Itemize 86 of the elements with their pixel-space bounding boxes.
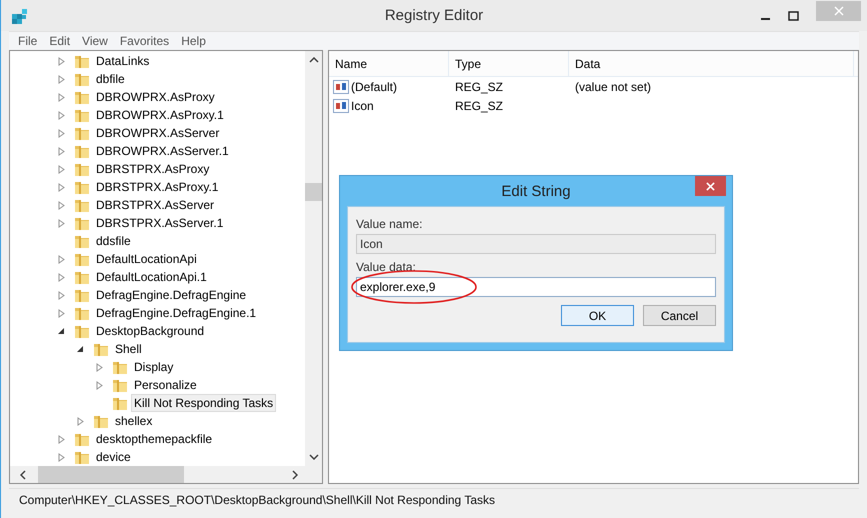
folder-icon bbox=[74, 71, 90, 88]
menu-item[interactable]: Favorites bbox=[114, 34, 174, 48]
maximize-icon[interactable] bbox=[788, 10, 800, 21]
folder-icon bbox=[74, 143, 90, 160]
folder-icon bbox=[112, 359, 128, 376]
input-field[interactable]: explorer.exe,9 bbox=[356, 277, 716, 298]
menu-item[interactable]: File bbox=[13, 34, 42, 48]
tree-item[interactable]: DataLinks bbox=[93, 52, 152, 70]
folder-icon bbox=[112, 395, 128, 412]
folder-icon bbox=[74, 53, 90, 70]
tree-item[interactable]: DBRSTPRX.AsServer bbox=[93, 196, 218, 214]
tree-item[interactable]: shellex bbox=[112, 412, 156, 430]
menu-item[interactable]: View bbox=[77, 34, 113, 48]
tree-item[interactable]: DefragEngine.DefragEngine bbox=[93, 286, 250, 304]
tree-item[interactable]: DBRSTPRX.AsProxy bbox=[93, 160, 212, 178]
tree-item[interactable]: device bbox=[93, 448, 134, 466]
tree-item[interactable]: DBRSTPRX.AsServer.1 bbox=[93, 214, 226, 232]
folder-icon bbox=[74, 233, 90, 250]
expand-arrow-icon[interactable] bbox=[77, 416, 84, 426]
value-type: REG_SZ bbox=[454, 98, 504, 113]
close-button[interactable] bbox=[695, 176, 726, 196]
tree-item[interactable]: DBROWPRX.AsProxy.1 bbox=[93, 106, 227, 124]
tree-item[interactable]: DefaultLocationApi bbox=[93, 250, 200, 268]
value-data: (value not set) bbox=[574, 80, 652, 94]
folder-icon bbox=[112, 377, 128, 394]
value-type: REG_SZ bbox=[454, 80, 504, 94]
menu-item[interactable]: Edit bbox=[44, 34, 76, 48]
field-label: Value data: bbox=[356, 260, 417, 274]
vertical-scrollbar[interactable] bbox=[305, 51, 322, 466]
tree-item[interactable]: DBROWPRX.AsServer.1 bbox=[93, 142, 232, 160]
folder-icon bbox=[74, 431, 90, 448]
folder-icon bbox=[74, 89, 90, 106]
input-field[interactable]: Icon bbox=[356, 234, 716, 254]
string-value-icon bbox=[333, 98, 349, 113]
field-label: Value name: bbox=[356, 217, 424, 232]
collapse-arrow-icon[interactable] bbox=[58, 328, 65, 335]
registry-cubes-icon bbox=[11, 6, 29, 25]
folder-icon bbox=[93, 413, 109, 430]
value-name[interactable]: Icon bbox=[351, 98, 374, 113]
dialog-button[interactable]: OK bbox=[561, 305, 634, 326]
folder-icon bbox=[74, 197, 90, 214]
tree-item[interactable]: DefaultLocationApi.1 bbox=[93, 268, 210, 286]
folder-icon bbox=[74, 125, 90, 142]
folder-icon bbox=[74, 161, 90, 178]
horizontal-scrollbar[interactable] bbox=[10, 466, 322, 484]
folder-icon bbox=[74, 179, 90, 196]
folder-icon bbox=[74, 287, 90, 304]
string-value-icon bbox=[333, 80, 349, 94]
dialog-title: Edit String bbox=[501, 182, 571, 200]
folder-icon bbox=[74, 305, 90, 322]
scroll-left-icon[interactable] bbox=[20, 470, 26, 480]
dialog-button[interactable]: Cancel bbox=[643, 305, 716, 326]
collapse-arrow-icon[interactable] bbox=[77, 346, 84, 353]
scroll-up-icon[interactable] bbox=[308, 57, 318, 64]
close-icon bbox=[706, 182, 715, 191]
status-bar: Computer\HKEY_CLASSES_ROOT\DesktopBackground\Shell\Kill Not Responding Tasks bbox=[9, 488, 859, 510]
tree-item[interactable]: Display bbox=[131, 358, 176, 376]
scrollbar-thumb[interactable] bbox=[305, 183, 322, 202]
tree-item[interactable]: Kill Not Responding Tasks bbox=[131, 394, 276, 412]
column-header[interactable]: Type bbox=[449, 51, 569, 76]
folder-icon bbox=[93, 341, 109, 358]
scrollbar-thumb[interactable] bbox=[38, 466, 184, 484]
tree-item[interactable]: ddsfile bbox=[93, 232, 134, 250]
close-icon bbox=[834, 6, 844, 16]
folder-icon bbox=[74, 215, 90, 232]
folder-icon bbox=[74, 107, 90, 124]
tree-item[interactable]: desktopthemepackfile bbox=[93, 430, 216, 448]
folder-icon bbox=[74, 269, 90, 286]
column-header[interactable]: Name bbox=[329, 51, 449, 76]
folder-icon bbox=[74, 449, 90, 466]
tree-item[interactable]: DefragEngine.DefragEngine.1 bbox=[93, 304, 260, 322]
tree-item[interactable]: DBRSTPRX.AsProxy.1 bbox=[93, 178, 222, 196]
value-name[interactable]: (Default) bbox=[351, 80, 398, 94]
window-title: Registry Editor bbox=[384, 7, 484, 24]
folder-icon bbox=[74, 323, 90, 340]
tree-item[interactable]: DBROWPRX.AsServer bbox=[93, 124, 222, 142]
tree-item[interactable]: DesktopBackground bbox=[93, 322, 208, 340]
scroll-right-icon[interactable] bbox=[292, 470, 298, 480]
tree-item[interactable]: dbfile bbox=[93, 70, 128, 88]
folder-icon bbox=[74, 251, 90, 268]
column-header[interactable]: Data bbox=[569, 51, 854, 76]
menu-item[interactable]: Help bbox=[176, 34, 211, 48]
tree-item[interactable]: Shell bbox=[112, 340, 145, 358]
tree-item[interactable]: DBROWPRX.AsProxy bbox=[93, 88, 218, 106]
tree-item[interactable]: Personalize bbox=[131, 376, 200, 394]
scroll-down-icon[interactable] bbox=[308, 454, 318, 460]
